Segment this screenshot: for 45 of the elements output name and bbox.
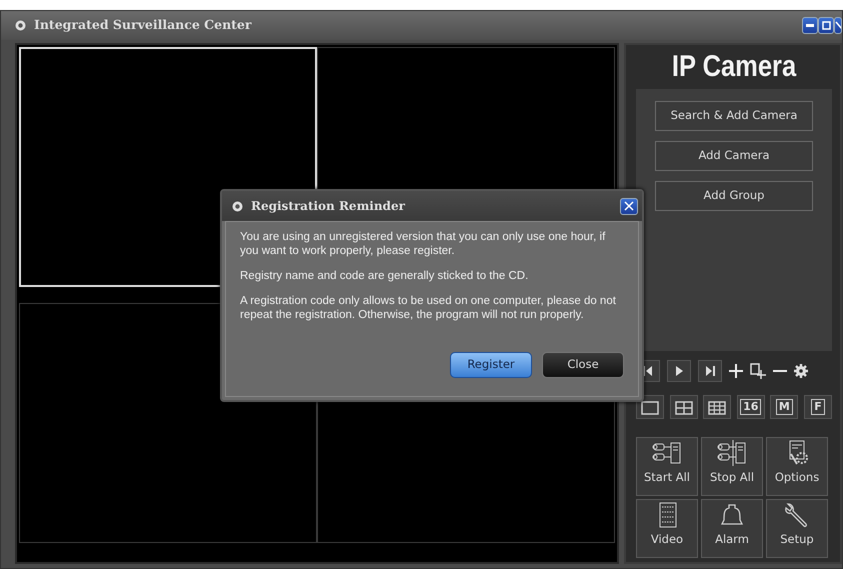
layout-button[interactable]: [703, 395, 732, 419]
app-icon: [15, 20, 26, 31]
layout-button[interactable]: [636, 395, 664, 419]
camera-server-icon: [717, 440, 747, 467]
message-text: A registration code only allows to be used on one computer, please do not repeat the registration. Otherwise, the program will not run properly.: [240, 294, 617, 322]
dialog-button[interactable]: Register: [450, 352, 532, 378]
close-button[interactable]: [620, 198, 638, 214]
next-button[interactable]: [698, 360, 722, 382]
panel-title: IP Camera: [670, 49, 798, 85]
maximize-button[interactable]: [818, 17, 834, 34]
dialog-title: Registration Reminder: [251, 198, 405, 215]
message-text: Registry name and code are generally sticked to the CD.: [240, 269, 530, 283]
dialog-icon: [232, 200, 243, 212]
close-icon: [624, 201, 634, 211]
add-group-icon[interactable]: [750, 363, 766, 379]
close-icon: [835, 21, 841, 30]
grid-layout-icon: [641, 398, 659, 416]
layout-button[interactable]: F: [804, 395, 832, 419]
grid-layout-icon: [708, 398, 726, 416]
layout-button[interactable]: [670, 395, 698, 419]
message-text: You are using an unregistered version that you can only use one hour, if you want to work properly, please register.: [240, 230, 606, 258]
add-icon[interactable]: [729, 364, 743, 378]
close-button[interactable]: [834, 17, 842, 34]
skip-forward-icon: [705, 366, 715, 376]
grid-layout-icon: [674, 398, 693, 416]
settings-icon[interactable]: [794, 364, 808, 378]
maximize-icon: [822, 21, 830, 30]
play-icon: [674, 366, 684, 376]
remove-icon[interactable]: [773, 369, 787, 373]
camera-button[interactable]: Search & Add Camera: [655, 101, 813, 131]
layout-button[interactable]: 16: [736, 395, 765, 419]
minimize-button[interactable]: [802, 17, 818, 34]
toolbar-button[interactable]: Options: [766, 437, 828, 496]
dialog-button[interactable]: Close: [542, 352, 624, 378]
toolbar-button[interactable]: Alarm: [701, 499, 763, 558]
toolbar-button[interactable]: Stop All: [701, 437, 763, 496]
toolbar-button[interactable]: Setup: [766, 499, 828, 558]
play-button[interactable]: [667, 360, 691, 382]
layout-button[interactable]: M: [770, 395, 798, 419]
toolbar-button[interactable]: Start All: [636, 437, 698, 496]
camera-button[interactable]: Add Group: [655, 181, 813, 211]
window-title: Integrated Surveillance Center: [34, 16, 252, 34]
camera-button[interactable]: Add Camera: [655, 141, 813, 171]
toolbar-button[interactable]: Video: [636, 499, 698, 558]
minimize-icon: [806, 24, 814, 27]
